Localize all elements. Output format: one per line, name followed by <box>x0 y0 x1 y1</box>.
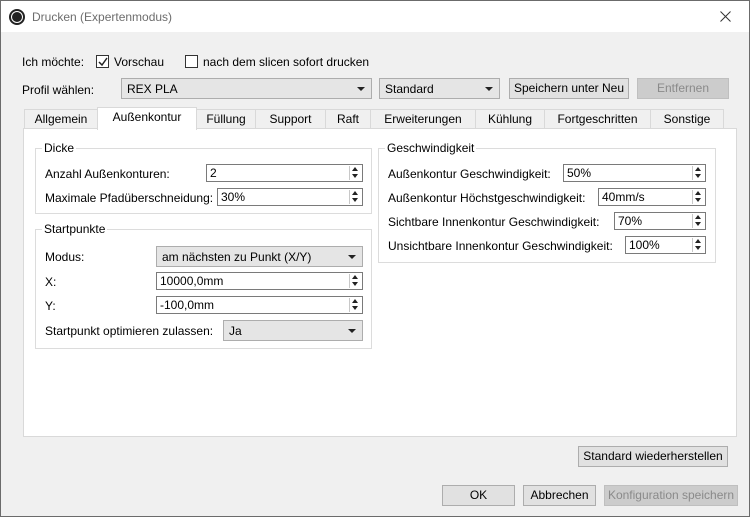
quality-select[interactable]: Standard <box>379 78 500 99</box>
outer-count-label: Anzahl Außenkonturen: <box>45 167 170 181</box>
mode-select-value: am nächsten zu Punkt (X/Y) <box>162 250 312 264</box>
y-spinbox[interactable]: -100,0mm <box>156 296 363 314</box>
save-configuration-button[interactable]: Konfiguration speichern <box>604 485 738 506</box>
chevron-down-icon <box>348 255 356 259</box>
outer-speed-spinbox[interactable]: 50% <box>563 164 706 182</box>
print-after-slice-label: nach dem slicen sofort drucken <box>203 55 370 69</box>
remove-button[interactable]: Entfernen <box>637 78 729 99</box>
visible-inner-speed-spinbox[interactable]: 70% <box>614 212 706 230</box>
print-dialog: Drucken (Expertenmodus) Ich möchte: Vors… <box>0 0 750 517</box>
print-after-slice-checkbox[interactable] <box>185 55 198 68</box>
spin-arrows-icon[interactable] <box>692 190 704 204</box>
tab-panel-aussenkontur: Dicke Anzahl Außenkonturen: 2 Maximale P… <box>23 128 737 437</box>
tab-raft[interactable]: Raft <box>325 109 371 129</box>
want-label: Ich möchte: <box>22 55 85 69</box>
visible-inner-speed-label: Sichtbare Innenkontur Geschwindigkeit: <box>388 215 600 229</box>
spin-arrows-icon[interactable] <box>692 214 704 228</box>
tab-support[interactable]: Support <box>255 109 326 129</box>
tab-kuehlung[interactable]: Kühlung <box>475 109 545 129</box>
checkmark-icon <box>98 57 108 67</box>
outer-max-speed-spinbox[interactable]: 40mm/s <box>598 188 706 206</box>
group-dicke-title: Dicke <box>42 141 77 155</box>
preview-checkbox[interactable] <box>96 55 109 68</box>
y-value: -100,0mm <box>160 298 215 312</box>
y-label: Y: <box>45 299 56 313</box>
group-geschwindigkeit-title: Geschwindigkeit <box>385 141 477 155</box>
restore-defaults-button[interactable]: Standard wiederherstellen <box>578 446 728 467</box>
chevron-down-icon <box>348 329 356 333</box>
invisible-inner-speed-label: Unsichtbare Innenkontur Geschwindigkeit: <box>388 239 613 253</box>
preview-label: Vorschau <box>114 55 165 69</box>
tab-erweiterungen[interactable]: Erweiterungen <box>370 109 476 129</box>
outer-max-speed-value: 40mm/s <box>602 190 645 204</box>
optimize-select[interactable]: Ja <box>223 320 363 341</box>
quality-select-value: Standard <box>385 82 434 96</box>
spin-arrows-icon[interactable] <box>349 274 361 288</box>
group-startpunkte-title: Startpunkte <box>42 222 108 236</box>
x-label: X: <box>45 275 57 289</box>
optimize-label: Startpunkt optimieren zulassen: <box>45 324 214 338</box>
max-overlap-spinbox[interactable]: 30% <box>217 188 363 206</box>
ok-button[interactable]: OK <box>442 485 515 506</box>
outer-max-speed-label: Außenkontur Höchstgeschwindigkeit: <box>388 191 586 205</box>
close-button[interactable] <box>703 1 749 32</box>
close-icon <box>720 11 731 22</box>
tab-fortgeschritten[interactable]: Fortgeschritten <box>544 109 651 129</box>
optimize-select-value: Ja <box>229 324 242 338</box>
spin-arrows-icon[interactable] <box>349 166 361 180</box>
outer-count-value: 2 <box>210 166 217 180</box>
outer-count-spinbox[interactable]: 2 <box>206 164 363 182</box>
chevron-down-icon <box>485 87 493 91</box>
visible-inner-speed-value: 70% <box>618 214 643 228</box>
title-bar: Drucken (Expertenmodus) <box>1 1 749 32</box>
group-geschwindigkeit: Geschwindigkeit Außenkontur Geschwindigk… <box>378 141 716 263</box>
tab-aussenkontur[interactable]: Außenkontur <box>97 107 197 130</box>
chevron-down-icon <box>357 87 365 91</box>
outer-speed-label: Außenkontur Geschwindigkeit: <box>388 167 551 181</box>
profile-select-value: REX PLA <box>127 82 178 96</box>
tab-sonstige[interactable]: Sonstige <box>650 109 724 129</box>
spin-arrows-icon[interactable] <box>349 190 361 204</box>
outer-speed-value: 50% <box>567 166 592 180</box>
max-overlap-value: 30% <box>221 190 246 204</box>
window-title: Drucken (Expertenmodus) <box>32 10 173 24</box>
x-spinbox[interactable]: 10000,0mm <box>156 272 363 290</box>
spin-arrows-icon[interactable] <box>349 298 361 312</box>
save-as-new-button[interactable]: Speichern unter Neu <box>509 78 629 99</box>
spin-arrows-icon[interactable] <box>692 238 704 252</box>
cancel-button[interactable]: Abbrechen <box>523 485 596 506</box>
max-overlap-label: Maximale Pfadüberschneidung: <box>45 191 214 205</box>
profile-label: Profil wählen: <box>22 83 95 97</box>
mode-select[interactable]: am nächsten zu Punkt (X/Y) <box>156 246 363 267</box>
mode-label: Modus: <box>45 250 85 264</box>
profile-select[interactable]: REX PLA <box>121 78 372 99</box>
spin-arrows-icon[interactable] <box>692 166 704 180</box>
x-value: 10000,0mm <box>160 274 224 288</box>
group-dicke: Dicke Anzahl Außenkonturen: 2 Maximale P… <box>35 141 372 214</box>
group-startpunkte: Startpunkte Modus: am nächsten zu Punkt … <box>35 222 372 349</box>
tab-fuellung[interactable]: Füllung <box>196 109 256 129</box>
app-logo-icon <box>9 9 25 25</box>
invisible-inner-speed-value: 100% <box>629 238 660 252</box>
invisible-inner-speed-spinbox[interactable]: 100% <box>625 236 706 254</box>
tab-allgemein[interactable]: Allgemein <box>24 109 98 129</box>
